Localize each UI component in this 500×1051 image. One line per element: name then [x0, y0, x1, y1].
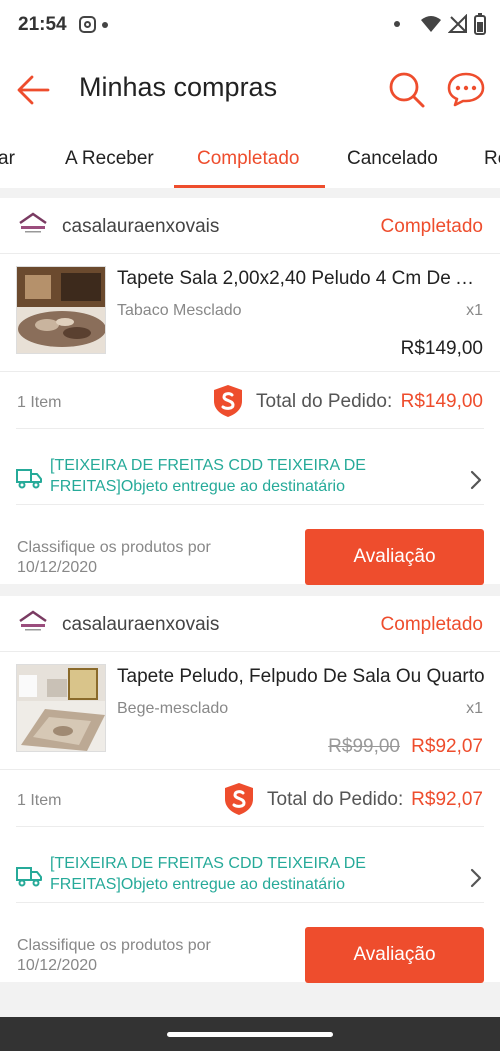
status-icons: [394, 13, 486, 35]
shop-logo[interactable]: [17, 610, 49, 634]
product-image[interactable]: [16, 664, 106, 752]
order-status: Completado: [380, 614, 483, 635]
rate-deadline-text: Classifique os produtos por 10/12/2020: [17, 539, 211, 576]
battery-icon: [474, 13, 486, 35]
chat-icon: [447, 72, 485, 107]
original-price: R$99,00: [328, 736, 400, 757]
divider: [16, 826, 484, 827]
instagram-icon: [79, 16, 96, 33]
truck-icon: [16, 469, 42, 489]
item-count: 1 Item: [17, 792, 62, 809]
home-gesture-handle[interactable]: [167, 1032, 333, 1037]
total-label: Total do Pedido:: [256, 391, 393, 412]
item-count: 1 Item: [17, 394, 62, 411]
tab-active-indicator: [174, 185, 325, 188]
product-quantity: x1: [466, 700, 483, 717]
divider: [16, 504, 484, 505]
signal-icon: [448, 14, 467, 33]
tab-completado[interactable]: Completado: [197, 148, 299, 170]
status-time: 21:54: [18, 14, 67, 35]
rate-deadline-text: Classifique os produtos por 10/12/2020: [17, 937, 211, 974]
truck-icon: [16, 867, 42, 887]
search-button[interactable]: [386, 69, 426, 109]
divider: [16, 428, 484, 429]
divider: [0, 651, 500, 652]
shop-name[interactable]: casalauraenxovais: [62, 216, 219, 238]
rate-button[interactable]: Avaliação: [305, 927, 484, 983]
tab-a-avaliar[interactable]: ar: [0, 148, 15, 170]
total-value: R$149,00: [400, 391, 483, 412]
rate-button[interactable]: Avaliação: [305, 529, 484, 585]
order-tabs: ar A Receber Completado Cancelado Re: [0, 128, 500, 188]
shopee-guarantee-icon: [214, 385, 242, 417]
product-title[interactable]: Tapete Peludo, Felpudo De Sala Ou Quarto: [117, 666, 485, 688]
shop-name[interactable]: casalauraenxovais: [62, 614, 219, 636]
shop-logo[interactable]: [17, 212, 49, 236]
chevron-right-icon: [470, 868, 482, 888]
divider: [16, 902, 484, 903]
page-title: Minhas compras: [79, 72, 278, 102]
order-status: Completado: [380, 216, 483, 237]
product-variant: Bege-mesclado: [117, 700, 229, 717]
search-icon: [389, 72, 425, 108]
product-variant: Tabaco Mesclado: [117, 302, 242, 319]
status-bar: 21:54: [0, 0, 500, 52]
arrow-left-icon: [17, 75, 50, 105]
divider: [0, 769, 500, 770]
shipping-status-text: [TEIXEIRA DE FREITAS CDD TEIXEIRA DE FRE…: [50, 855, 366, 893]
shipping-status-text: [TEIXEIRA DE FREITAS CDD TEIXEIRA DE FRE…: [50, 457, 366, 495]
wifi-icon: [421, 16, 441, 32]
chevron-right-icon: [470, 470, 482, 490]
tab-reembolso[interactable]: Re: [484, 148, 500, 170]
app-bar: Minhas compras: [0, 52, 500, 128]
notification-dot-icon: [102, 22, 108, 28]
product-title[interactable]: Tapete Sala 2,00x2,40 Peludo 4 Cm De Alt…: [117, 268, 485, 290]
back-button[interactable]: [14, 70, 54, 110]
total-label: Total do Pedido:: [267, 789, 404, 810]
order-card: casalauraenxovais Completado Tapete Pelu…: [0, 596, 500, 983]
order-card: casalauraenxovais Completado Tapete Sala…: [0, 198, 500, 585]
divider: [0, 371, 500, 372]
system-nav-bar: [0, 1017, 500, 1051]
product-image[interactable]: [16, 266, 106, 354]
tab-cancelado[interactable]: Cancelado: [347, 148, 438, 170]
product-price: R$149,00: [400, 338, 483, 359]
product-quantity: x1: [466, 302, 483, 319]
divider: [0, 253, 500, 254]
tab-a-receber[interactable]: A Receber: [65, 148, 154, 170]
discounted-price: R$92,07: [411, 736, 483, 757]
dot-icon: [394, 21, 400, 27]
total-value: R$92,07: [411, 789, 483, 810]
chat-button[interactable]: [446, 69, 486, 109]
shopee-guarantee-icon: [225, 783, 253, 815]
